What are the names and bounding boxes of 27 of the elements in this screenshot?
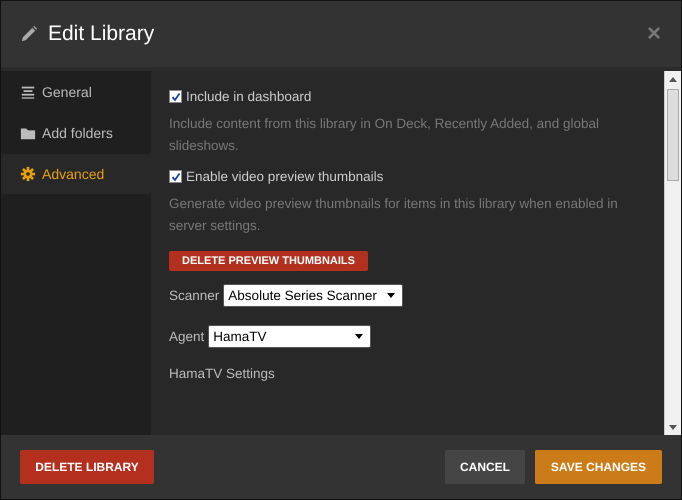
sidebar-item[interactable]: General bbox=[1, 72, 151, 112]
checkbox[interactable] bbox=[169, 90, 182, 103]
list-icon bbox=[20, 84, 36, 100]
pencil-icon bbox=[19, 24, 38, 44]
cancel-button[interactable]: CANCEL bbox=[445, 450, 525, 484]
field-label: Agent bbox=[169, 329, 204, 344]
scroll-down-arrow-icon[interactable] bbox=[669, 425, 677, 430]
help-text: Include content from this library in On Deck, Recently Added, and global slideshows. bbox=[169, 115, 600, 155]
dialog-title: Edit Library bbox=[48, 22, 156, 46]
scroll-up-arrow-icon[interactable] bbox=[669, 77, 677, 82]
scrollbar[interactable] bbox=[664, 71, 681, 435]
field-label: Scanner bbox=[169, 288, 220, 303]
delete-thumbnails-button[interactable]: DELETE PREVIEW THUMBNAILS bbox=[169, 251, 368, 271]
dropdown[interactable]: Absolute Series Scanner bbox=[223, 284, 403, 307]
section-heading: HamaTV Settings bbox=[169, 366, 276, 381]
checkbox-label: Enable video preview thumbnails bbox=[186, 169, 384, 184]
gear-icon bbox=[20, 166, 36, 182]
checkbox-label: Include in dashboard bbox=[186, 89, 312, 104]
sidebar-item[interactable]: Advanced bbox=[1, 154, 151, 194]
delete-library-button[interactable]: DELETE LIBRARY bbox=[20, 450, 154, 484]
scrollbar-thumb[interactable] bbox=[667, 89, 679, 181]
caret-icon bbox=[386, 293, 395, 298]
help-text: Generate video preview thumbnails for items in this library when enabled in server settings. bbox=[169, 195, 619, 235]
sidebar-item[interactable]: Add folders bbox=[1, 113, 151, 153]
checkbox[interactable] bbox=[169, 170, 182, 183]
dropdown[interactable]: HamaTV bbox=[208, 325, 372, 348]
caret-icon bbox=[355, 334, 364, 339]
